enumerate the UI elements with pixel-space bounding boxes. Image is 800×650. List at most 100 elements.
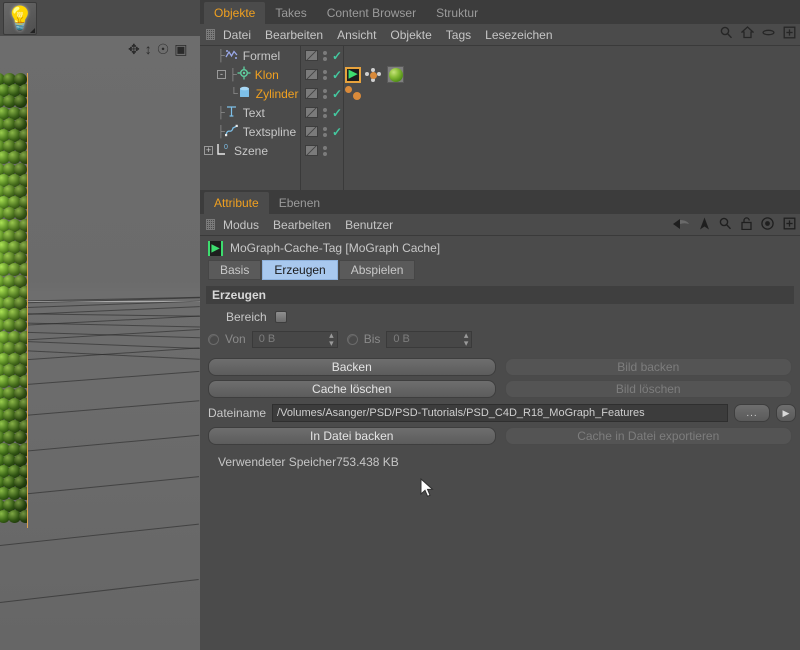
object-visibility-cell[interactable]: ✓ [305,65,342,84]
enabled-check-icon[interactable]: ✓ [332,126,342,138]
render-region-icon[interactable]: ▣ [174,42,187,56]
object-tree-row-zylinder[interactable]: └ Zylinder ✓ [200,84,800,103]
move-icon[interactable]: ✥ [128,42,140,56]
visibility-dots-icon[interactable] [323,126,327,137]
bis-input[interactable]: 0 B ▴ ▾ [386,330,473,348]
von-input[interactable]: 0 B ▴ ▾ [251,330,338,348]
von-spinner-icon[interactable]: ▴ ▾ [329,331,334,348]
object-label: Textspline [242,124,297,139]
subtab-abspielen[interactable]: Abspielen [338,260,416,280]
object-name-cell[interactable]: - ├ Klon [200,65,279,84]
object-name-cell[interactable]: ├ Text [200,103,265,122]
enabled-check-icon[interactable]: ✓ [332,88,342,100]
tab-struktur[interactable]: Struktur [426,2,488,24]
tab-ebenen[interactable]: Ebenen [269,192,330,214]
enabled-check-icon[interactable]: ✓ [332,69,342,81]
visibility-dots-icon[interactable] [323,145,327,156]
tab-objekte[interactable]: Objekte [204,2,266,24]
back-arrow-icon[interactable] [672,218,690,233]
object-tree-row-formel[interactable]: ├ Formel ✓ [200,46,800,65]
expander-toggle[interactable]: - [217,70,226,79]
up-arrow-icon[interactable] [699,217,710,233]
object-tree-row-szene[interactable]: +0 Szene [200,141,800,160]
tab-content-browser[interactable]: Content Browser [317,2,426,24]
subtab-basis[interactable]: Basis [208,260,262,280]
visibility-toggle-icon[interactable] [305,88,318,99]
object-visibility-cell[interactable]: ✓ [305,84,342,103]
object-tree-row-text[interactable]: ├ Text ✓ [200,103,800,122]
backen-button[interactable]: Backen [208,358,496,376]
search-icon[interactable] [719,217,732,233]
add-icon[interactable] [783,217,796,233]
object-tree[interactable]: ├ Formel ✓ - ├ Klon ✓ ▶ └ Zylinder ✓ ├ Text ✓ ├ Textspl… [200,46,800,190]
bild-backen-button[interactable]: Bild backen [504,358,792,376]
object-tree-row-klon[interactable]: - ├ Klon ✓ ▶ [200,65,800,84]
lock-icon[interactable] [741,217,752,233]
attribute-menubar: Modus Bearbeiten Benutzer [200,214,800,236]
von-radio[interactable] [208,333,219,345]
dateiname-input[interactable]: /Volumes/Asanger/PSD/PSD-Tutorials/PSD_C… [272,404,728,422]
visibility-toggle-icon[interactable] [305,69,318,80]
visibility-dots-icon[interactable] [323,50,327,61]
enabled-check-icon[interactable]: ✓ [332,50,342,62]
visibility-toggle-icon[interactable] [305,107,318,118]
text-icon [225,105,239,121]
object-name-cell[interactable]: ├ Textspline [200,122,296,141]
browse-button[interactable]: ... [734,404,770,422]
expander-toggle[interactable]: + [204,146,213,155]
menu-objekte[interactable]: Objekte [390,28,431,42]
object-name-cell[interactable]: ├ Formel [200,46,280,65]
viewport-scene[interactable] [0,36,200,650]
menu-benutzer[interactable]: Benutzer [345,218,393,232]
visibility-toggle-icon[interactable] [305,50,318,61]
object-visibility-cell[interactable] [305,141,327,160]
menu-lesezeichen[interactable]: Lesezeichen [485,28,552,42]
bis-spinner-icon[interactable]: ▴ ▾ [464,331,469,348]
bis-radio[interactable] [346,333,358,345]
menu-tags[interactable]: Tags [446,28,471,42]
bereich-checkbox[interactable] [274,311,287,323]
visibility-toggle-icon[interactable] [305,145,318,156]
visibility-dots-icon[interactable] [323,69,327,80]
object-visibility-cell[interactable]: ✓ [305,103,342,122]
menu-datei[interactable]: Datei [223,28,251,42]
subtab-erzeugen[interactable]: Erzeugen [262,260,338,280]
object-visibility-cell[interactable]: ✓ [305,46,342,65]
menu-bearbeiten[interactable]: Bearbeiten [273,218,331,232]
light-button[interactable]: 💡 [3,2,37,35]
grip-handle-icon[interactable] [206,219,215,230]
in-datei-backen-button[interactable]: In Datei backen [208,427,496,445]
menu-ansicht[interactable]: Ansicht [337,28,376,42]
attribute-object-header: ▶ MoGraph-Cache-Tag [MoGraph Cache] [200,236,800,260]
home-icon[interactable] [741,26,754,39]
add-layer-icon[interactable] [783,26,796,39]
object-tags-cell[interactable]: ▶ [345,65,404,84]
menu-modus[interactable]: Modus [223,218,259,232]
cloner-tag-icon[interactable] [365,67,383,83]
grip-handle-icon[interactable] [206,29,215,40]
object-tree-row-textspline[interactable]: ├ Textspline ✓ [200,122,800,141]
scale-icon[interactable]: ↕ [145,42,152,56]
object-name-cell[interactable]: └ Zylinder [200,84,298,103]
menu-bearbeiten[interactable]: Bearbeiten [265,28,323,42]
play-arrow-icon[interactable]: ▶ [776,404,796,422]
tab-attribute[interactable]: Attribute [204,192,269,214]
object-visibility-cell[interactable]: ✓ [305,122,342,141]
mograph-cache-tag-icon[interactable]: ▶ [345,66,361,83]
tab-takes[interactable]: Takes [265,2,316,24]
visibility-toggle-icon[interactable] [305,126,318,137]
visibility-dots-icon[interactable] [323,107,327,118]
object-label: Klon [254,67,279,82]
bild-loeschen-button[interactable]: Bild löschen [504,380,792,398]
target-icon[interactable] [761,217,774,233]
viewport-3d[interactable]: 💡 ✥ ↕ ☉ ▣ [0,0,200,650]
object-name-cell[interactable]: +0 Szene [200,141,268,160]
cache-loeschen-button[interactable]: Cache löschen [208,380,496,398]
visibility-dots-icon[interactable] [323,88,327,99]
search-icon[interactable] [720,26,733,39]
cache-exportieren-button[interactable]: Cache in Datei exportieren [504,427,792,445]
enabled-check-icon[interactable]: ✓ [332,107,342,119]
material-tag-icon[interactable] [387,66,404,83]
rotate-icon[interactable]: ☉ [157,42,170,56]
eye-icon[interactable] [762,26,775,39]
